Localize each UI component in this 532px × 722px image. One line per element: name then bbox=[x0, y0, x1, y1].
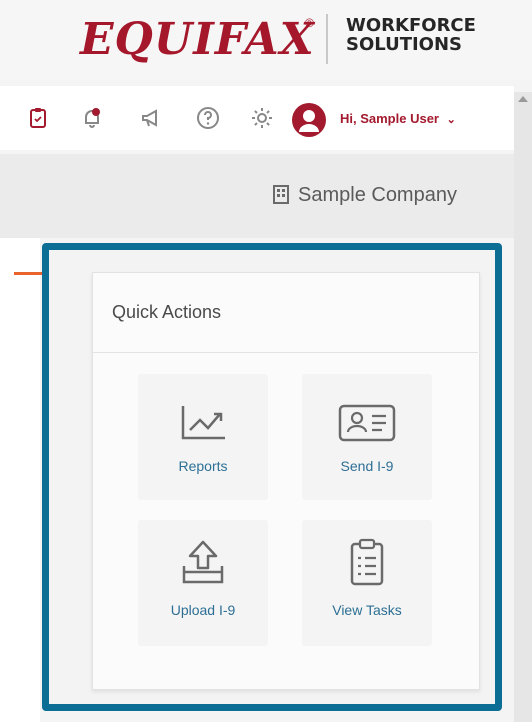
reports-label: Reports bbox=[178, 458, 228, 474]
company-name: Sample Company bbox=[298, 184, 457, 206]
left-content-pane bbox=[0, 238, 40, 722]
registered-mark: ® bbox=[305, 16, 314, 30]
user-silhouette-icon bbox=[299, 110, 319, 132]
building-icon bbox=[273, 185, 289, 204]
division-line-1: WORKFORCE bbox=[346, 15, 476, 36]
quick-action-send-i9[interactable]: Send I-9 bbox=[302, 374, 432, 500]
scroll-up-arrow-icon[interactable] bbox=[518, 96, 528, 102]
equifax-logo: EQUIFAX bbox=[80, 14, 315, 65]
user-avatar[interactable] bbox=[292, 103, 326, 137]
megaphone-icon[interactable] bbox=[140, 106, 164, 130]
notification-bell-icon[interactable] bbox=[80, 106, 104, 130]
task-clipboard-icon bbox=[350, 538, 384, 586]
logo-divider bbox=[326, 14, 328, 64]
settings-gear-icon[interactable] bbox=[250, 106, 274, 130]
workforce-solutions-wordmark: WORKFORCE SOLUTIONS bbox=[346, 16, 476, 54]
reports-chart-icon bbox=[181, 406, 225, 440]
user-greeting: Hi, Sample User bbox=[340, 111, 439, 126]
page-scrollbar[interactable] bbox=[514, 92, 532, 722]
division-line-2: SOLUTIONS bbox=[346, 34, 463, 55]
send-i9-label: Send I-9 bbox=[340, 458, 394, 474]
card-divider bbox=[92, 352, 478, 353]
chevron-down-icon: ⌄ bbox=[446, 114, 456, 126]
quick-action-view-tasks[interactable]: View Tasks bbox=[302, 520, 432, 646]
view-tasks-label: View Tasks bbox=[332, 602, 402, 618]
help-icon[interactable] bbox=[196, 106, 220, 130]
company-selector[interactable]: Sample Company bbox=[272, 184, 457, 207]
quick-actions-title: Quick Actions bbox=[112, 302, 222, 322]
brand-header: EQUIFAX ® WORKFORCE SOLUTIONS bbox=[0, 0, 532, 80]
id-card-icon bbox=[338, 404, 396, 442]
quick-action-upload-i9[interactable]: Upload I-9 bbox=[138, 520, 268, 646]
clipboard-icon[interactable] bbox=[26, 106, 50, 130]
upload-icon bbox=[182, 540, 224, 584]
upload-i9-label: Upload I-9 bbox=[170, 602, 236, 618]
user-menu[interactable]: Hi, Sample User ⌄ bbox=[340, 111, 456, 126]
quick-action-reports[interactable]: Reports bbox=[138, 374, 268, 500]
